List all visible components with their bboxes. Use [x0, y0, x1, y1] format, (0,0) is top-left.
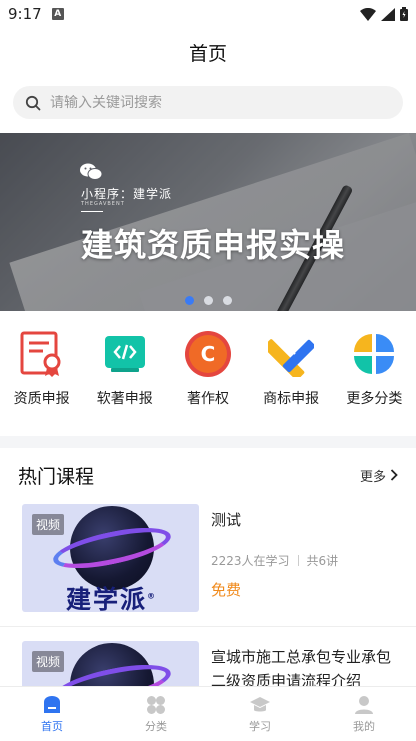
search-input[interactable] — [50, 94, 350, 111]
category-trademark[interactable]: 商标申报 — [251, 324, 331, 408]
video-tag: 视频 — [32, 651, 65, 672]
category-software[interactable]: 软著申报 — [85, 324, 165, 408]
category-label: 著作权 — [186, 391, 229, 407]
chevron-right-icon — [390, 469, 398, 481]
category-label: 商标申报 — [263, 391, 320, 407]
hot-courses-section: 热门课程 更多 视频 建学派® 测试 2223人在学习 共6讲 免费 视频 宣城… — [0, 448, 416, 701]
course-title: 测试 — [211, 511, 242, 529]
category-label: 软著申报 — [96, 391, 153, 407]
code-icon — [101, 330, 149, 378]
course-thumbnail: 视频 建学派® — [22, 504, 199, 612]
course-learners: 2223人在学习 — [211, 554, 290, 568]
search-box[interactable] — [13, 86, 403, 119]
carousel-dot[interactable] — [222, 296, 232, 305]
bottom-tab-bar: 首页 分类 学习 我的 — [0, 686, 416, 741]
tab-home[interactable]: 首页 — [0, 687, 104, 741]
section-divider — [0, 436, 416, 448]
signal-icon — [381, 7, 395, 21]
course-card[interactable]: 视频 建学派® 测试 2223人在学习 共6讲 免费 — [0, 502, 416, 626]
tab-category[interactable]: 分类 — [104, 687, 208, 741]
course-price: 免费 — [211, 581, 242, 599]
category-label: 更多分类 — [346, 391, 403, 407]
category-label: 资质申报 — [13, 391, 70, 407]
tab-mine[interactable]: 我的 — [312, 687, 416, 741]
wechat-icon — [80, 163, 102, 180]
category-qualification[interactable]: 资质申报 — [2, 324, 82, 408]
graduation-cap-icon — [250, 696, 270, 711]
carousel-dot[interactable] — [203, 296, 213, 305]
more-label: 更多 — [359, 469, 386, 485]
status-time: 9:17 — [8, 5, 42, 23]
notification-icon: A — [51, 8, 64, 20]
status-bar: 9:17 A — [0, 0, 416, 28]
carousel-dot[interactable] — [184, 296, 194, 305]
ruler-pencil-icon — [267, 330, 315, 378]
category-more[interactable]: 更多分类 — [334, 324, 414, 408]
course-lessons: 共6讲 — [306, 554, 339, 568]
category-grid: 资质申报 软著申报 C 著作权 商标申报 更多分类 — [0, 324, 416, 408]
banner-headline: 建筑资质申报实操 — [81, 226, 346, 264]
battery-icon — [400, 7, 408, 21]
user-icon — [355, 695, 373, 714]
page-title: 首页 — [188, 42, 227, 65]
banner-carousel[interactable]: 小程序：建学派 THEGAVBENT 建筑资质申报实操 — [0, 133, 416, 311]
brand-logo: 建学派® — [66, 585, 158, 612]
category-icon — [147, 695, 165, 714]
home-icon — [44, 695, 60, 713]
more-link[interactable]: 更多 — [360, 466, 398, 485]
banner-mini-program: 小程序：建学派 — [81, 187, 173, 201]
certificate-icon — [18, 330, 66, 378]
category-copyright[interactable]: C 著作权 — [168, 324, 248, 408]
banner-mini-sub: THEGAVBENT — [81, 201, 125, 207]
search-bar — [0, 76, 416, 129]
wifi-icon — [360, 7, 376, 21]
tab-study[interactable]: 学习 — [208, 687, 312, 741]
copyright-icon: C — [184, 330, 232, 378]
search-icon — [25, 95, 41, 110]
carousel-dots — [0, 296, 416, 305]
course-meta: 2223人在学习 共6讲 — [211, 552, 394, 569]
section-title: 热门课程 — [18, 465, 95, 488]
video-tag: 视频 — [32, 514, 65, 535]
grid-icon — [350, 330, 398, 378]
svg-text:C: C — [201, 342, 216, 366]
